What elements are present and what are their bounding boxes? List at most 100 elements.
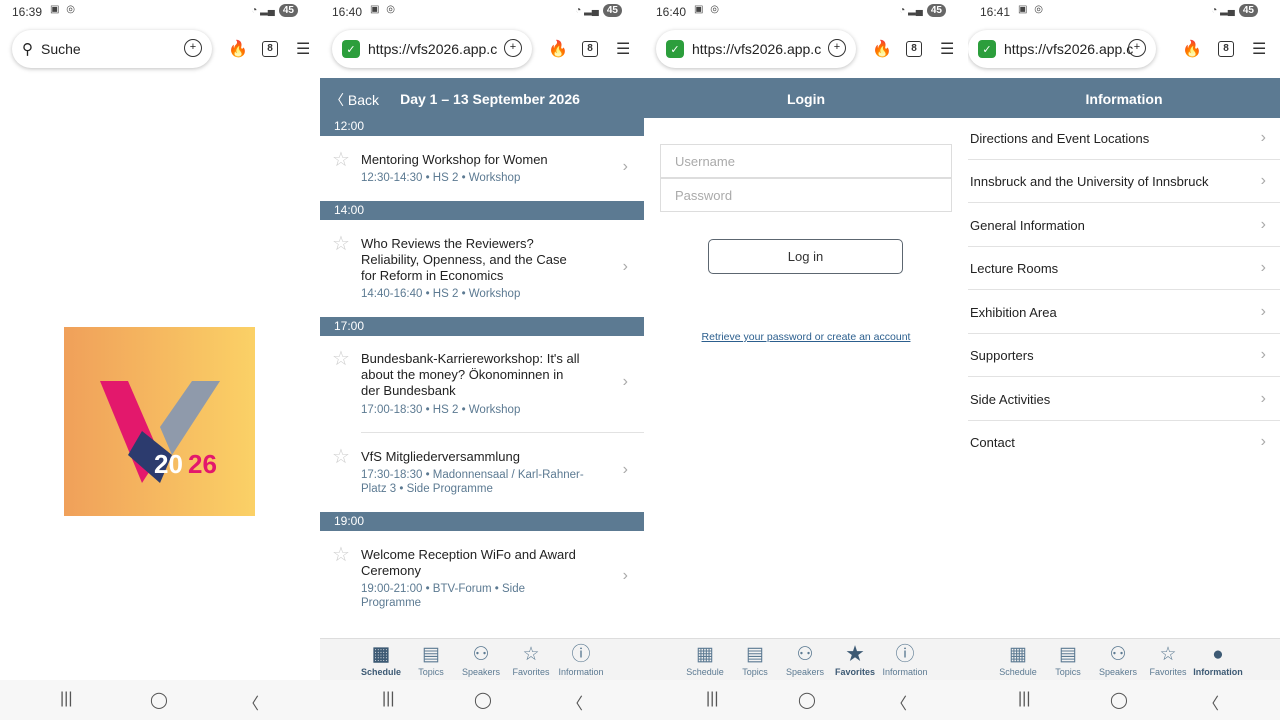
time-section-header: 19:00: [320, 512, 644, 531]
favorite-star-icon[interactable]: ☆: [332, 447, 350, 467]
info-item[interactable]: Directions and Event Locations ›: [968, 117, 1280, 160]
info-item[interactable]: Side Activities ›: [968, 378, 1280, 421]
session-item[interactable]: ☆ Mentoring Workshop for Women 12:30-14:…: [320, 150, 644, 195]
menu-icon[interactable]: ☰: [296, 39, 310, 59]
menu-icon[interactable]: ☰: [616, 39, 630, 59]
battery-badge: 45: [278, 4, 298, 17]
home-button[interactable]: ◯: [1110, 690, 1128, 710]
search-icon: ⚲: [22, 41, 33, 58]
login-header: Login: [644, 78, 968, 118]
chevron-right-icon: ›: [1260, 390, 1266, 407]
tabs-count[interactable]: 8: [262, 41, 278, 57]
info-item[interactable]: Exhibition Area ›: [968, 291, 1280, 334]
status-bar: 16:39 ▣ ◎ ◔ ▂▄ 45: [0, 0, 320, 26]
password-field[interactable]: Password: [660, 178, 952, 212]
back-button[interactable]: 〈: [891, 690, 907, 714]
recent-apps-button[interactable]: |||: [60, 690, 72, 708]
tab-topics[interactable]: ▤ Topics: [730, 643, 780, 677]
recent-apps-button[interactable]: |||: [706, 690, 718, 708]
tab-speakers[interactable]: ⚇ Speakers: [456, 643, 506, 677]
tab-information[interactable]: ● Information: [1193, 643, 1243, 677]
chevron-right-icon: ›: [622, 158, 628, 175]
info-item[interactable]: Contact ›: [968, 421, 1280, 464]
info-item[interactable]: Innsbruck and the University of Innsbruc…: [968, 160, 1280, 203]
recent-apps-button[interactable]: |||: [382, 690, 394, 708]
tabs-count[interactable]: 8: [1218, 41, 1234, 57]
assistant-icon[interactable]: +: [1128, 39, 1146, 57]
login-button[interactable]: Log in: [708, 239, 903, 274]
address-bar[interactable]: ⚲ Suche +: [12, 30, 212, 68]
tab-favorites[interactable]: ☆ Favorites: [506, 643, 556, 677]
tab-label: Information: [558, 667, 604, 677]
back-button[interactable]: 〈: [243, 690, 259, 714]
tab-topics[interactable]: ▤ Topics: [1043, 643, 1093, 677]
session-item[interactable]: ☆ Bundesbank-Karriereworkshop: It's all …: [320, 349, 644, 421]
favorite-star-icon[interactable]: ☆: [332, 545, 350, 565]
recent-apps-button[interactable]: |||: [1018, 690, 1030, 708]
assistant-icon[interactable]: +: [504, 39, 522, 57]
retrieve-password-link[interactable]: Retrieve your password or create an acco…: [644, 331, 968, 343]
flame-icon[interactable]: 🔥: [872, 39, 892, 59]
tab-information[interactable]: ⓘ Information: [880, 643, 930, 677]
tab-speakers[interactable]: ⚇ Speakers: [1093, 643, 1143, 677]
flame-icon[interactable]: 🔥: [1182, 39, 1202, 59]
tab-schedule[interactable]: ▦ Schedule: [356, 643, 406, 677]
tabs-count[interactable]: 8: [582, 41, 598, 57]
tab-label: Speakers: [1098, 667, 1138, 677]
flame-icon[interactable]: 🔥: [548, 39, 568, 59]
address-bar[interactable]: ✓ https://vfs2026.app.c +: [332, 30, 532, 68]
favorite-star-icon[interactable]: ☆: [332, 349, 350, 369]
tab-label: Topics: [742, 667, 768, 677]
calendar-icon: ▦: [1009, 644, 1027, 665]
home-button[interactable]: ◯: [150, 690, 168, 710]
info-item[interactable]: Supporters ›: [968, 334, 1280, 377]
assistant-icon[interactable]: +: [184, 39, 202, 57]
tab-speakers[interactable]: ⚇ Speakers: [780, 643, 830, 677]
address-bar[interactable]: ✓ https://vfs2026.app.c +: [656, 30, 856, 68]
session-item[interactable]: ☆ Who Reviews the Reviewers? Reliability…: [320, 234, 644, 304]
tab-information[interactable]: ⓘ Information: [556, 643, 606, 677]
book-icon: ▤: [746, 644, 764, 665]
notification-icons: ▣ ◎: [1018, 4, 1045, 15]
username-field[interactable]: Username: [660, 144, 952, 178]
info-icon: ●: [1212, 644, 1224, 665]
favorite-star-icon[interactable]: ☆: [332, 234, 350, 254]
chevron-right-icon: ›: [1260, 216, 1266, 233]
session-title: Welcome Reception WiFo and Award Ceremon…: [361, 547, 576, 578]
people-icon: ⚇: [472, 644, 490, 665]
status-time: 16:41: [980, 5, 1011, 19]
tab-favorites[interactable]: ☆ Favorites: [1143, 643, 1193, 677]
browser-toolbar: ⚲ Suche + 🔥 8 ☰: [0, 28, 320, 72]
battery-badge: 45: [1238, 4, 1258, 17]
tab-favorites[interactable]: ★ Favorites: [830, 643, 880, 677]
browser-toolbar: ✓ https://vfs2026.app.c + 🔥 8 ☰: [320, 28, 644, 72]
people-icon: ⚇: [1109, 644, 1127, 665]
back-button[interactable]: 〈: [567, 690, 583, 714]
info-item[interactable]: Lecture Rooms ›: [968, 247, 1280, 290]
signal-icon: ◔ ▂▄: [1211, 5, 1235, 16]
home-button[interactable]: ◯: [474, 690, 492, 710]
favorite-star-icon[interactable]: ☆: [332, 150, 350, 170]
back-button[interactable]: 〈: [1203, 690, 1219, 714]
session-title: Who Reviews the Reviewers? Reliability, …: [361, 236, 567, 283]
tab-schedule[interactable]: ▦ Schedule: [680, 643, 730, 677]
tab-label: Information: [1193, 667, 1243, 677]
info-item-label: Directions and Event Locations: [970, 131, 1150, 146]
info-item[interactable]: General Information ›: [968, 204, 1280, 247]
address-bar[interactable]: ✓ https://vfs2026.app.c +: [968, 30, 1156, 68]
tabs-count[interactable]: 8: [906, 41, 922, 57]
status-time: 16:40: [332, 5, 363, 19]
assistant-icon[interactable]: +: [828, 39, 846, 57]
menu-icon[interactable]: ☰: [940, 39, 954, 59]
home-button[interactable]: ◯: [798, 690, 816, 710]
session-item[interactable]: ☆ VfS Mitgliederversammlung 17:30-18:30 …: [320, 447, 644, 499]
page-title: Login: [786, 91, 826, 107]
tab-schedule[interactable]: ▦ Schedule: [993, 643, 1043, 677]
flame-icon[interactable]: 🔥: [228, 39, 248, 59]
login-screen: 16:40 ▣ ◎ ◔ ▂▄ 45 ✓ https://vfs2026.app.c…: [644, 0, 968, 720]
tab-topics[interactable]: ▤ Topics: [406, 643, 456, 677]
session-item[interactable]: ☆ Welcome Reception WiFo and Award Cerem…: [320, 545, 644, 613]
info-item-label: General Information: [970, 218, 1085, 233]
status-right: ◔ ▂▄ 45: [899, 4, 946, 17]
menu-icon[interactable]: ☰: [1252, 39, 1266, 59]
